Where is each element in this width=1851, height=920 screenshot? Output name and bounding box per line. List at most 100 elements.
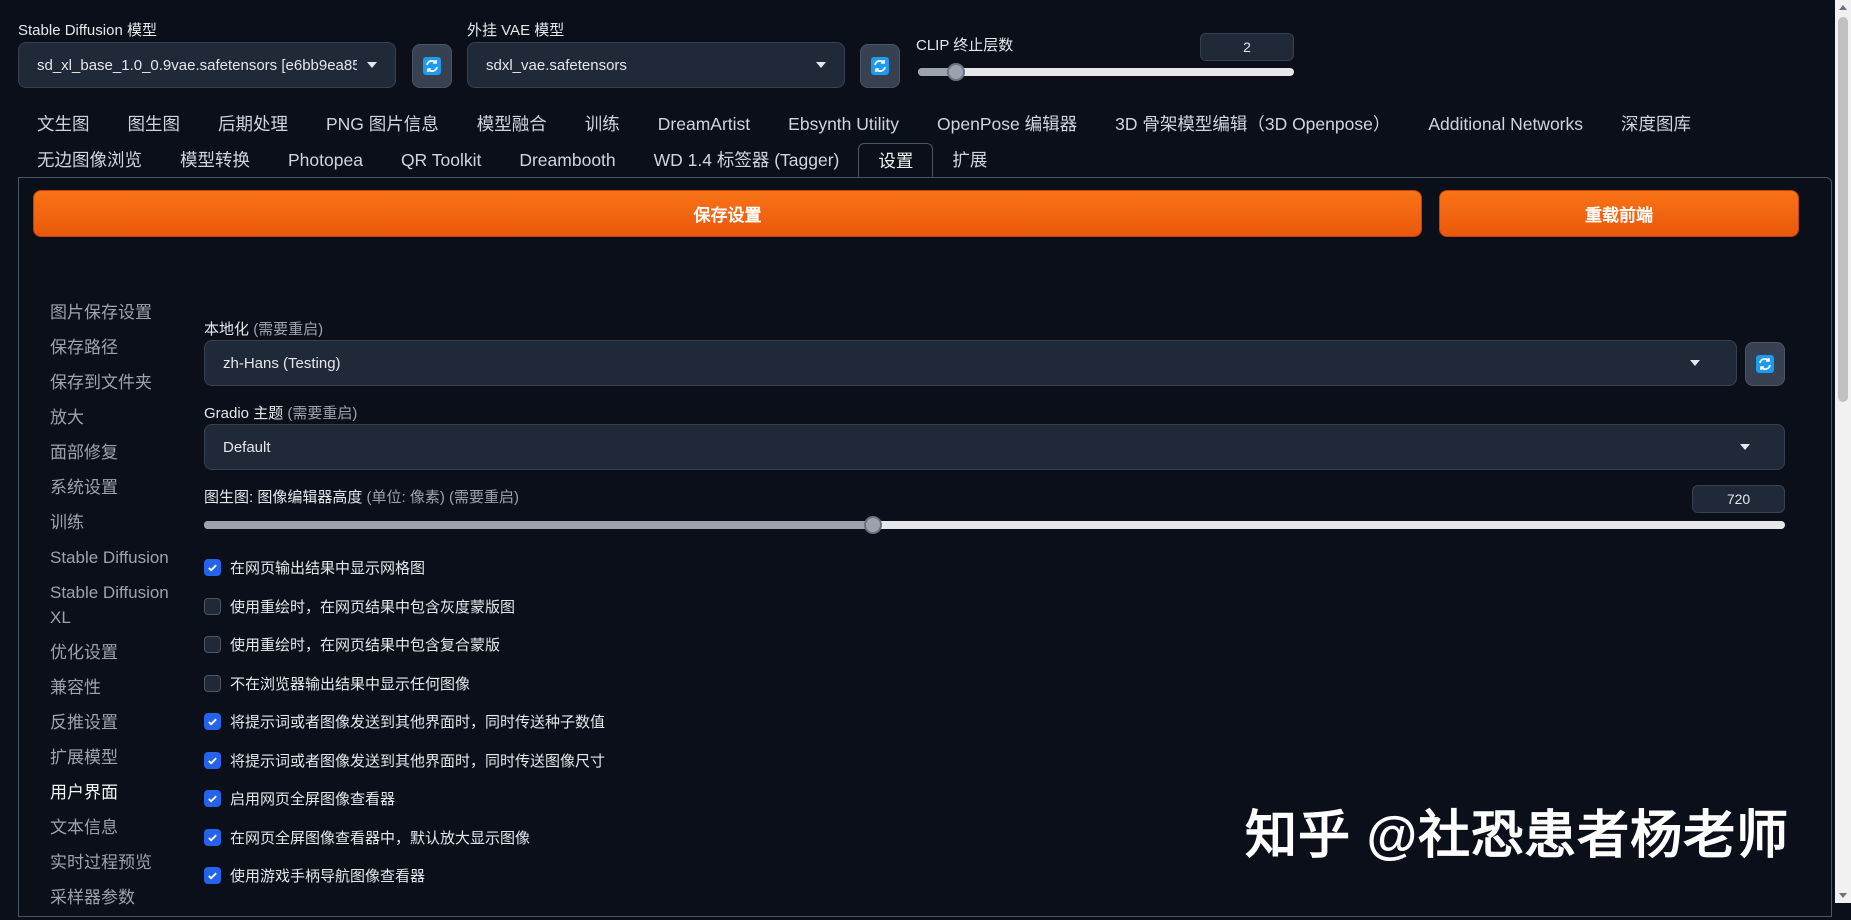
checkbox-7[interactable] xyxy=(204,828,221,846)
sidenav-item-1[interactable]: 保存路径 xyxy=(50,335,180,360)
sidenav-item-14[interactable]: 文本信息 xyxy=(50,815,180,840)
tab-tabs_row2-5[interactable]: WD 1.4 标签器 (Tagger) xyxy=(635,143,859,177)
checkbox-3[interactable] xyxy=(204,674,221,692)
localization-refresh-button[interactable] xyxy=(1745,342,1785,386)
check-icon xyxy=(208,718,217,726)
sidenav-item-12[interactable]: 扩展模型 xyxy=(50,745,180,770)
refresh-icon xyxy=(1756,355,1774,373)
checkbox-row-3[interactable]: 不在浏览器输出结果中显示任何图像 xyxy=(204,673,470,694)
checkbox-row-6[interactable]: 启用网页全屏图像查看器 xyxy=(204,788,395,809)
theme-value: Default xyxy=(223,438,271,456)
refresh-icon xyxy=(423,57,441,75)
tab-tabs_row1-8[interactable]: OpenPose 编辑器 xyxy=(918,107,1096,141)
refresh-icon xyxy=(871,57,889,75)
editor-height-note: (单位: 像素) (需要重启) xyxy=(366,489,519,506)
editor-height-label-text: 图生图: 图像编辑器高度 xyxy=(204,489,363,506)
localization-label-text: 本地化 xyxy=(204,321,250,338)
checkbox-8[interactable] xyxy=(204,867,221,884)
editor-height-slider-fill xyxy=(204,521,873,529)
theme-dropdown[interactable]: Default xyxy=(204,424,1785,470)
checkbox-row-8[interactable]: 使用游戏手柄导航图像查看器 xyxy=(204,865,425,886)
vae-model-dropdown[interactable]: sdxl_vae.safetensors xyxy=(467,42,845,88)
tab-tabs_row1-4[interactable]: 模型融合 xyxy=(458,107,566,141)
tab-tabs_row1-9[interactable]: 3D 骨架模型编辑（3D Openpose） xyxy=(1096,107,1409,141)
tab-tabs_row2-6[interactable]: 设置 xyxy=(858,143,934,177)
vae-model-label: 外挂 VAE 模型 xyxy=(467,22,565,39)
sidenav-item-2[interactable]: 保存到文件夹 xyxy=(50,370,180,395)
sidenav-item-6[interactable]: 训练 xyxy=(50,510,180,535)
tab-tabs_row1-0[interactable]: 文生图 xyxy=(18,107,109,141)
sidenav-item-0[interactable]: 图片保存设置 xyxy=(50,300,180,325)
scrollbar-thumb[interactable] xyxy=(1838,17,1848,402)
sidenav-item-15[interactable]: 实时过程预览 xyxy=(50,850,180,875)
checkbox-row-7[interactable]: 在网页全屏图像查看器中，默认放大显示图像 xyxy=(204,827,530,848)
tab-tabs_row1-5[interactable]: 训练 xyxy=(566,107,639,141)
tab-tabs_row2-2[interactable]: Photopea xyxy=(269,143,382,177)
editor-height-number-input[interactable]: 720 xyxy=(1692,485,1785,513)
scroll-up-icon[interactable] xyxy=(1839,5,1847,10)
sd-model-label: Stable Diffusion 模型 xyxy=(18,22,157,39)
editor-height-slider[interactable] xyxy=(204,516,1785,534)
checkbox-2[interactable] xyxy=(204,636,221,653)
checkbox-5[interactable] xyxy=(204,751,221,769)
check-icon xyxy=(208,795,217,803)
theme-label: Gradio 主题 (需要重启) xyxy=(204,402,357,423)
checkbox-row-1[interactable]: 使用重绘时，在网页结果中包含灰度蒙版图 xyxy=(204,596,515,617)
sidenav-item-5[interactable]: 系统设置 xyxy=(50,475,180,500)
sidenav-item-3[interactable]: 放大 xyxy=(50,405,180,430)
tab-tabs_row1-11[interactable]: 深度图库 xyxy=(1602,107,1710,141)
sidenav-item-7[interactable]: Stable Diffusion xyxy=(50,545,180,570)
clip-skip-slider-thumb[interactable] xyxy=(946,63,965,81)
sidenav-item-11[interactable]: 反推设置 xyxy=(50,710,180,735)
checkbox-label-0: 在网页输出结果中显示网格图 xyxy=(230,560,426,577)
checkbox-1[interactable] xyxy=(204,597,221,615)
tab-tabs_row1-1[interactable]: 图生图 xyxy=(109,107,200,141)
editor-height-slider-thumb[interactable] xyxy=(863,516,882,534)
tab-tabs_row1-7[interactable]: Ebsynth Utility xyxy=(769,107,918,141)
tab-tabs_row1-3[interactable]: PNG 图片信息 xyxy=(307,107,458,141)
tab-tabs_row2-3[interactable]: QR Toolkit xyxy=(382,143,500,177)
sd-model-dropdown[interactable]: sd_xl_base_1.0_0.9vae.safetensors [e6bb9… xyxy=(18,42,396,88)
tab-tabs_row1-2[interactable]: 后期处理 xyxy=(199,107,307,141)
check-icon xyxy=(208,564,217,572)
check-icon xyxy=(208,872,217,880)
checkbox-row-2[interactable]: 使用重绘时，在网页结果中包含复合蒙版 xyxy=(204,634,500,655)
tab-row-2: 无边图像浏览 模型转换 Photopea QR Toolkit Dreambooth WD… xyxy=(18,143,1006,177)
sidenav-item-16[interactable]: 采样器参数 xyxy=(50,885,180,910)
checkbox-label-5: 将提示词或者图像发送到其他界面时，同时传送图像尺寸 xyxy=(230,752,606,770)
tab-tabs_row2-1[interactable]: 模型转换 xyxy=(161,143,269,177)
scroll-down-icon[interactable] xyxy=(1839,893,1847,898)
checkbox-6[interactable] xyxy=(204,790,221,807)
sidenav-item-10[interactable]: 兼容性 xyxy=(50,675,180,700)
checkbox-label-1: 使用重绘时，在网页结果中包含灰度蒙版图 xyxy=(230,598,516,616)
clip-skip-slider[interactable] xyxy=(918,63,1294,81)
sidenav-item-9[interactable]: 优化设置 xyxy=(50,640,180,665)
sidenav-item-4[interactable]: 面部修复 xyxy=(50,440,180,465)
page-scrollbar[interactable] xyxy=(1835,0,1851,903)
sd-model-refresh-button[interactable] xyxy=(412,44,452,88)
tab-tabs_row2-0[interactable]: 无边图像浏览 xyxy=(18,143,161,177)
reload-ui-button[interactable]: 重载前端 xyxy=(1439,190,1799,237)
tab-tabs_row1-10[interactable]: Additional Networks xyxy=(1409,107,1602,141)
clip-skip-label: CLIP 终止层数 xyxy=(916,37,1014,54)
sidenav-item-13[interactable]: 用户界面 xyxy=(50,780,180,805)
localization-dropdown[interactable]: zh-Hans (Testing) xyxy=(204,340,1737,386)
vae-model-refresh-button[interactable] xyxy=(860,44,900,88)
check-icon xyxy=(208,757,217,765)
chevron-down-icon xyxy=(367,62,377,68)
save-settings-button[interactable]: 保存设置 xyxy=(33,190,1422,237)
checkbox-0[interactable] xyxy=(204,559,221,576)
checkbox-label-8: 使用游戏手柄导航图像查看器 xyxy=(230,868,426,885)
checkbox-row-0[interactable]: 在网页输出结果中显示网格图 xyxy=(204,557,425,578)
checkbox-4[interactable] xyxy=(204,713,221,730)
sidenav-item-8[interactable]: Stable Diffusion XL xyxy=(50,580,180,630)
tab-tabs_row2-4[interactable]: Dreambooth xyxy=(500,143,634,177)
clip-skip-number-input[interactable]: 2 xyxy=(1200,33,1294,61)
checkbox-label-3: 不在浏览器输出结果中显示任何图像 xyxy=(230,675,471,693)
tab-tabs_row1-6[interactable]: DreamArtist xyxy=(639,107,769,141)
checkbox-row-5[interactable]: 将提示词或者图像发送到其他界面时，同时传送图像尺寸 xyxy=(204,750,605,771)
sd-model-value: sd_xl_base_1.0_0.9vae.safetensors [e6bb9… xyxy=(37,56,357,74)
tab-tabs_row2-7[interactable]: 扩展 xyxy=(933,143,1006,177)
checkbox-row-4[interactable]: 将提示词或者图像发送到其他界面时，同时传送种子数值 xyxy=(204,711,605,732)
localization-label: 本地化 (需要重启) xyxy=(204,318,323,339)
